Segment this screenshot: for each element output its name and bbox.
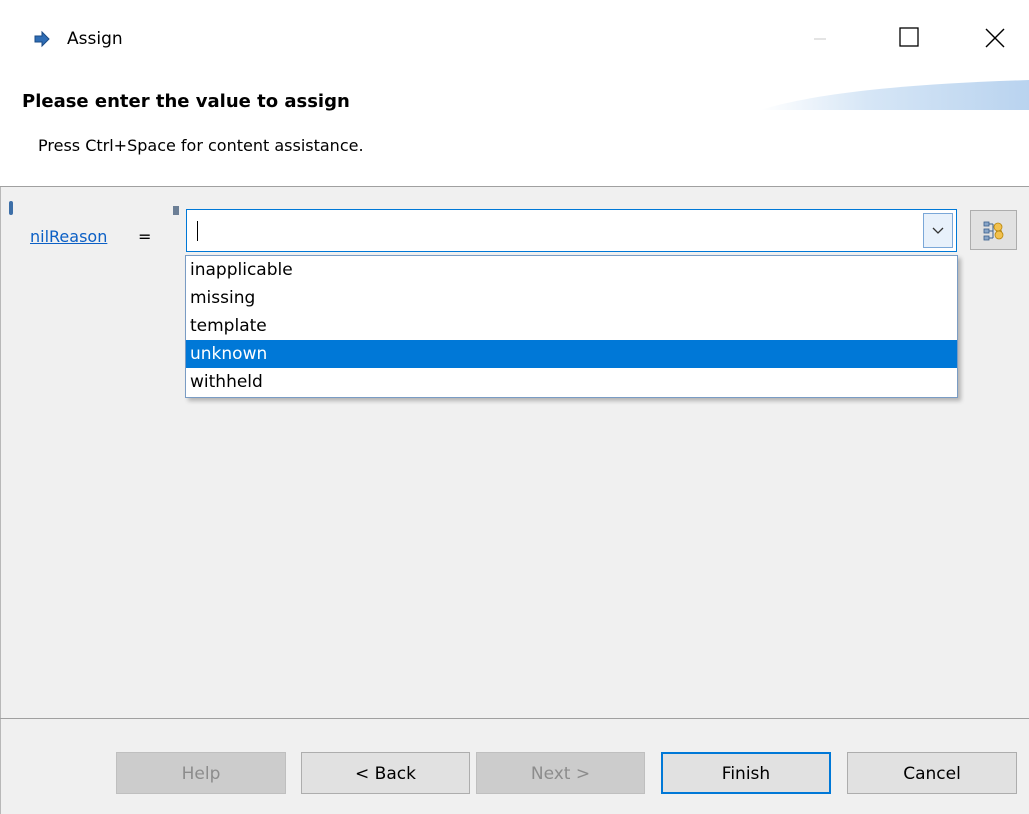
minimize-button[interactable] xyxy=(790,8,850,68)
assign-dialog: Assign Please enter the value to assign … xyxy=(0,0,1029,814)
help-button[interactable]: Help xyxy=(116,752,286,794)
maximize-button[interactable] xyxy=(880,8,940,68)
close-button[interactable] xyxy=(965,8,1025,68)
page-title: Please enter the value to assign xyxy=(22,91,350,112)
footer-divider xyxy=(0,718,1029,719)
option-withheld[interactable]: withheld xyxy=(186,368,957,396)
back-button[interactable]: < Back xyxy=(301,752,470,794)
xpath-builder-button[interactable] xyxy=(970,210,1017,250)
option-unknown[interactable]: unknown xyxy=(186,340,957,368)
text-caret xyxy=(197,221,198,241)
option-template[interactable]: template xyxy=(186,312,957,340)
value-options-list: inapplicable missing template unknown wi… xyxy=(185,255,958,398)
header-banner-graphic xyxy=(760,80,1029,110)
wizard-header: Please enter the value to assign Press C… xyxy=(0,80,1029,186)
equals-sign: = xyxy=(138,227,152,246)
value-input[interactable] xyxy=(187,210,921,251)
page-description: Press Ctrl+Space for content assistance. xyxy=(38,136,364,155)
chevron-down-icon xyxy=(932,227,944,234)
nilreason-link[interactable]: nilReason xyxy=(30,226,107,248)
value-combo[interactable] xyxy=(186,209,957,252)
header-divider xyxy=(0,186,1029,187)
minimize-icon xyxy=(814,38,826,40)
combo-dropdown-button[interactable] xyxy=(923,213,953,248)
maximize-icon xyxy=(899,27,919,47)
content-assist-indicator-icon xyxy=(173,206,179,215)
tree-structure-icon xyxy=(983,221,1004,241)
cancel-button[interactable]: Cancel xyxy=(847,752,1017,794)
window-title: Assign xyxy=(67,29,123,49)
close-icon xyxy=(985,28,1005,48)
arrow-right-icon xyxy=(34,30,50,48)
option-inapplicable[interactable]: inapplicable xyxy=(186,256,957,284)
finish-button[interactable]: Finish xyxy=(661,752,831,794)
next-button[interactable]: Next > xyxy=(476,752,645,794)
decoration-marker xyxy=(9,201,13,215)
option-missing[interactable]: missing xyxy=(186,284,957,312)
title-bar: Assign xyxy=(0,0,1029,80)
